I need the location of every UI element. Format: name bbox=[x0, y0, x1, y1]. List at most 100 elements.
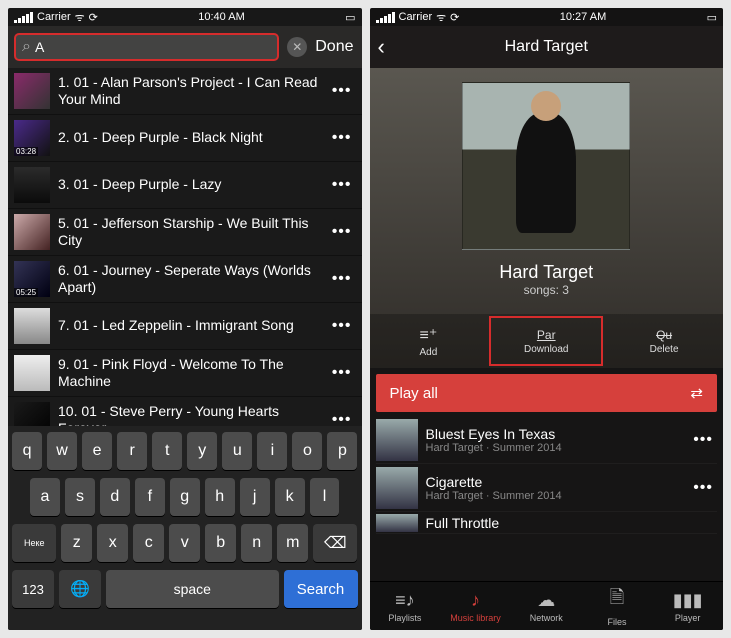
song-row[interactable]: 7. 01 - Led Zeppelin - Immigrant Song ••… bbox=[8, 303, 362, 350]
key-i[interactable]: i bbox=[257, 432, 287, 470]
key-l[interactable]: l bbox=[310, 478, 340, 516]
key-f[interactable]: f bbox=[135, 478, 165, 516]
tab-label: Music library bbox=[450, 613, 501, 623]
track-title: Cigarette bbox=[426, 474, 682, 490]
key-p[interactable]: p bbox=[327, 432, 357, 470]
song-title: 5. 01 - Jefferson Starship - We Built Th… bbox=[58, 215, 320, 250]
more-icon[interactable]: ••• bbox=[328, 364, 356, 382]
status-bar: Carrier ᯤ ⟳ 10:40 AM ▭ bbox=[8, 8, 362, 26]
carrier-label: Carrier bbox=[37, 11, 71, 23]
key-m[interactable]: m bbox=[277, 524, 308, 562]
key-b[interactable]: b bbox=[205, 524, 236, 562]
song-title: 2. 01 - Deep Purple - Black Night bbox=[58, 129, 320, 147]
key-q[interactable]: q bbox=[12, 432, 42, 470]
more-icon[interactable]: ••• bbox=[689, 431, 717, 449]
space-key[interactable]: space bbox=[106, 570, 279, 608]
loading-icon: ⟳ bbox=[450, 11, 459, 24]
song-row[interactable]: 3. 01 - Deep Purple - Lazy ••• bbox=[8, 162, 362, 209]
track-row[interactable]: Cigarette Hard Target · Summer 2014 ••• bbox=[376, 464, 718, 512]
play-all-label: Play all bbox=[390, 385, 438, 402]
track-row[interactable]: Bluest Eyes In Texas Hard Target · Summe… bbox=[376, 416, 718, 464]
tab-label: Network bbox=[530, 613, 563, 623]
tab-playlists[interactable]: ≡♪ Playlists bbox=[370, 582, 441, 630]
key-v[interactable]: v bbox=[169, 524, 200, 562]
song-row[interactable]: 05:25 6. 01 - Journey - Seperate Ways (W… bbox=[8, 256, 362, 303]
download-button-highlight[interactable]: Par Download bbox=[487, 314, 605, 368]
phone-search-screen: Carrier ᯤ ⟳ 10:40 AM ▭ ⌕ ✕ Done 1. 01 - … bbox=[8, 8, 362, 630]
album-hero: Hard Target songs: 3 ≡⁺ Add Par Download… bbox=[370, 68, 724, 368]
phone-album-screen: Carrier ᯤ ⟳ 10:27 AM ▭ ‹ Hard Target Har… bbox=[370, 8, 724, 630]
album-art[interactable] bbox=[462, 82, 630, 250]
key-row-3: Неке z x c v b n m ⌫ bbox=[12, 524, 358, 562]
globe-key[interactable]: 🌐 bbox=[59, 570, 101, 608]
key-e[interactable]: e bbox=[82, 432, 112, 470]
more-icon[interactable]: ••• bbox=[328, 270, 356, 288]
more-icon[interactable]: ••• bbox=[328, 176, 356, 194]
back-button[interactable]: ‹ bbox=[378, 26, 385, 68]
song-title: 9. 01 - Pink Floyd - Welcome To The Mach… bbox=[58, 356, 320, 391]
tab-network[interactable]: ☁ Network bbox=[511, 582, 582, 630]
key-u[interactable]: u bbox=[222, 432, 252, 470]
song-title: 1. 01 - Alan Parson's Project - I Can Re… bbox=[58, 74, 320, 109]
tab-label: Playlists bbox=[388, 613, 421, 623]
download-top-label: Par bbox=[537, 328, 556, 342]
battery-icon: ▭ bbox=[345, 11, 355, 24]
track-title: Bluest Eyes In Texas bbox=[426, 426, 682, 442]
key-d[interactable]: d bbox=[100, 478, 130, 516]
key-z[interactable]: z bbox=[61, 524, 92, 562]
close-icon: ✕ bbox=[292, 40, 302, 54]
song-row[interactable]: 5. 01 - Jefferson Starship - We Built Th… bbox=[8, 209, 362, 256]
album-thumb: 03:28 bbox=[14, 120, 50, 156]
track-row[interactable]: Full Throttle bbox=[376, 512, 718, 534]
key-k[interactable]: k bbox=[275, 478, 305, 516]
done-button[interactable]: Done bbox=[315, 38, 353, 56]
more-icon[interactable]: ••• bbox=[328, 223, 356, 241]
search-field-highlight[interactable]: ⌕ bbox=[14, 33, 279, 61]
more-icon[interactable]: ••• bbox=[328, 317, 356, 335]
key-o[interactable]: o bbox=[292, 432, 322, 470]
key-x[interactable]: x bbox=[97, 524, 128, 562]
nav-title: Hard Target bbox=[505, 38, 588, 56]
key-y[interactable]: y bbox=[187, 432, 217, 470]
numbers-key[interactable]: 123 bbox=[12, 570, 54, 608]
song-row[interactable]: 1. 01 - Alan Parson's Project - I Can Re… bbox=[8, 68, 362, 115]
more-icon[interactable]: ••• bbox=[328, 82, 356, 100]
search-input[interactable] bbox=[35, 39, 271, 55]
track-list[interactable]: Bluest Eyes In Texas Hard Target · Summe… bbox=[370, 412, 724, 534]
tab-music-library[interactable]: ♪ Music library bbox=[440, 582, 511, 630]
key-s[interactable]: s bbox=[65, 478, 95, 516]
keyboard[interactable]: q w e r t y u i o p a s d f g h j k l Не… bbox=[8, 426, 362, 630]
key-g[interactable]: g bbox=[170, 478, 200, 516]
key-n[interactable]: n bbox=[241, 524, 272, 562]
nav-bar: ‹ Hard Target bbox=[370, 26, 724, 68]
key-c[interactable]: c bbox=[133, 524, 164, 562]
backspace-icon: ⌫ bbox=[324, 533, 347, 553]
more-icon[interactable]: ••• bbox=[328, 129, 356, 147]
backspace-key[interactable]: ⌫ bbox=[313, 524, 357, 562]
song-row[interactable]: 9. 01 - Pink Floyd - Welcome To The Mach… bbox=[8, 350, 362, 397]
shift-key[interactable]: Неке bbox=[12, 524, 56, 562]
tab-files[interactable]: 🗎 Files bbox=[582, 582, 653, 630]
tab-player[interactable]: ▮▮▮ Player bbox=[652, 582, 723, 630]
song-row[interactable]: 03:28 2. 01 - Deep Purple - Black Night … bbox=[8, 115, 362, 162]
add-button[interactable]: ≡⁺ Add bbox=[370, 314, 488, 368]
more-icon[interactable]: ••• bbox=[689, 479, 717, 497]
play-all-button[interactable]: Play all ⇄ bbox=[376, 374, 718, 412]
clear-search-button[interactable]: ✕ bbox=[287, 37, 307, 57]
key-r[interactable]: r bbox=[117, 432, 147, 470]
hero-toolbar: ≡⁺ Add Par Download Qu Delete bbox=[370, 314, 724, 368]
key-h[interactable]: h bbox=[205, 478, 235, 516]
battery-icon: ▭ bbox=[707, 11, 717, 24]
key-a[interactable]: a bbox=[30, 478, 60, 516]
search-key[interactable]: Search bbox=[284, 570, 358, 608]
key-t[interactable]: t bbox=[152, 432, 182, 470]
song-list[interactable]: 1. 01 - Alan Parson's Project - I Can Re… bbox=[8, 68, 362, 444]
key-j[interactable]: j bbox=[240, 478, 270, 516]
key-w[interactable]: w bbox=[47, 432, 77, 470]
album-thumb bbox=[14, 214, 50, 250]
search-header: ⌕ ✕ Done bbox=[8, 26, 362, 68]
song-title: 3. 01 - Deep Purple - Lazy bbox=[58, 176, 320, 194]
track-thumb bbox=[376, 514, 418, 532]
album-thumb bbox=[14, 73, 50, 109]
delete-button[interactable]: Qu Delete bbox=[605, 314, 723, 368]
